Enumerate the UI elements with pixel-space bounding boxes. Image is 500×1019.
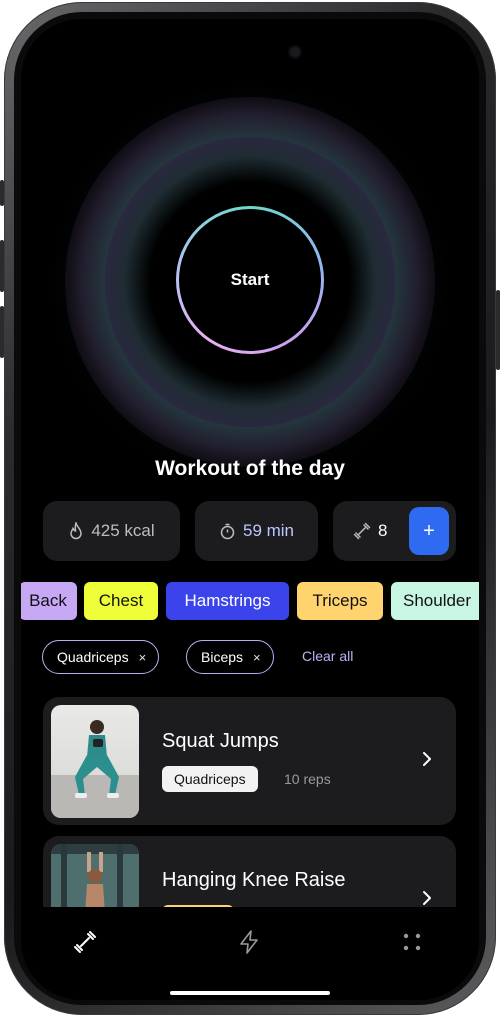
category-chip-shoulder[interactable]: Shoulder (391, 582, 479, 620)
exercises-stat: 8 + (333, 501, 456, 561)
close-icon[interactable]: × (139, 650, 147, 665)
calories-stat: 425 kcal (43, 501, 180, 561)
power-button (496, 290, 500, 370)
exercises-count: 8 (378, 521, 388, 540)
filter-label: Biceps (201, 649, 244, 665)
filter-pill-quadriceps[interactable]: Quadriceps × (42, 640, 160, 674)
category-chip-back[interactable]: Back (21, 582, 77, 620)
filter-pill-biceps[interactable]: Biceps × (186, 640, 274, 674)
exercise-title: Squat Jumps (162, 730, 279, 752)
category-chip-triceps[interactable]: Triceps (297, 582, 383, 620)
app-screen: Start Workout of the day 425 kcal 59 min… (21, 19, 479, 1000)
flame-icon (68, 522, 84, 540)
duration-value: 59 min (242, 521, 295, 540)
category-chip-hamstrings[interactable]: Hamstrings (166, 582, 289, 620)
start-label: Start (230, 270, 270, 289)
add-exercise-button[interactable]: + (409, 507, 449, 555)
close-icon[interactable]: × (253, 650, 261, 665)
camera-icon (290, 47, 300, 57)
dumbbell-small-icon (353, 522, 371, 540)
exercise-title: Hanging Knee Raise (162, 869, 346, 891)
exercise-card[interactable]: Squat Jumps Quadriceps 10 reps (43, 697, 456, 825)
start-button-inner: Start (179, 209, 321, 351)
duration-stat: 59 min (195, 501, 318, 561)
lightning-icon[interactable] (238, 930, 260, 959)
dumbbell-icon[interactable] (73, 930, 97, 959)
timer-icon (219, 523, 236, 540)
calories-value: 425 kcal (91, 521, 155, 540)
muscle-tag: Quadriceps (162, 766, 258, 792)
exercise-thumbnail (51, 705, 139, 818)
start-button[interactable]: Start (176, 206, 324, 354)
action-button (0, 180, 4, 206)
reps-label: 10 reps (284, 771, 331, 787)
filter-label: Quadriceps (57, 649, 129, 665)
section-title: Workout of the day (155, 457, 345, 480)
volume-up-button (0, 240, 4, 292)
chevron-right-icon[interactable] (422, 751, 432, 772)
grid-dots-icon[interactable] (402, 932, 422, 957)
home-indicator[interactable] (170, 991, 330, 995)
volume-down-button (0, 306, 4, 358)
clear-all-link[interactable]: Clear all (302, 648, 353, 664)
category-chip-chest[interactable]: Chest (84, 582, 158, 620)
